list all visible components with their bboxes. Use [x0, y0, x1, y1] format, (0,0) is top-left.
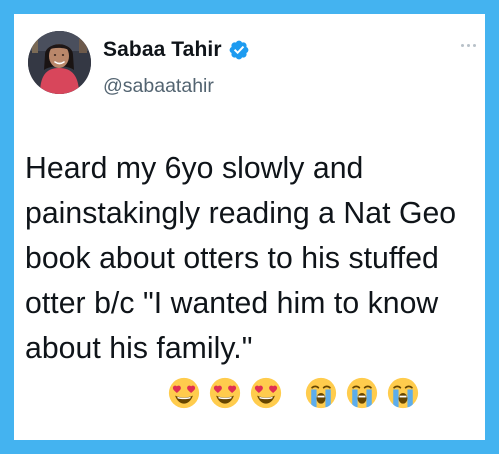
more-dot-icon: [467, 44, 470, 47]
loudly-crying-emoji-icon: [346, 377, 378, 409]
heart-eyes-emoji-icon: [168, 377, 200, 409]
emoji-row: [168, 377, 419, 409]
author-handle[interactable]: @sabaatahir: [103, 75, 214, 98]
screenshot-frame: Sabaa Tahir @sabaatahir Heard my 6yo slo…: [0, 0, 499, 454]
more-dot-icon: [473, 44, 476, 47]
author-avatar[interactable]: [28, 31, 91, 94]
more-options-icon[interactable]: [461, 44, 476, 47]
author-display-name[interactable]: Sabaa Tahir: [103, 38, 222, 62]
verified-badge-icon: [229, 40, 248, 60]
tweet-body-text: Heard my 6yo slowly and painstakingly re…: [25, 152, 457, 365]
loudly-crying-emoji-icon: [387, 377, 419, 409]
loudly-crying-emoji-icon: [305, 377, 337, 409]
heart-eyes-emoji-icon: [250, 377, 282, 409]
author-name-row[interactable]: Sabaa Tahir: [103, 36, 250, 64]
more-dot-icon: [461, 44, 464, 47]
heart-eyes-emoji-icon: [209, 377, 241, 409]
